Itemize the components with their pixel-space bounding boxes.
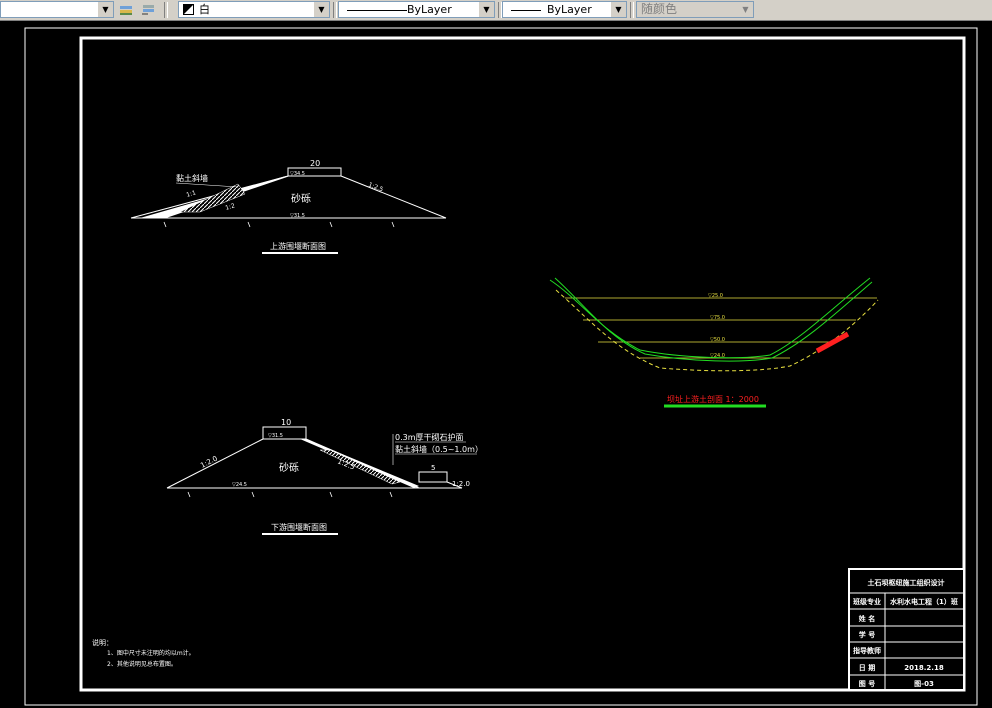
drawing-canvas[interactable]: 20 ▽34.5 ▽31.5 黏土斜墙 1:1 1:2 1:2.5 砂砾 上游围…	[0, 21, 992, 708]
layer-states-icon[interactable]	[118, 2, 134, 17]
tb-r2-label: 姓 名	[858, 614, 875, 623]
upstream-section: 20 ▽34.5 ▽31.5 黏土斜墙 1:1 1:2 1:2.5 砂砾 上游围…	[130, 159, 447, 254]
river-section: ▽25.0 ▽75.0 ▽50.0 ▽24.0 坝址上游土剖面 1：2000	[549, 277, 879, 408]
color-value: 白	[199, 3, 210, 16]
axis-marker	[815, 331, 850, 354]
facing-note: 0.3m厚干砌石护面	[395, 432, 464, 442]
sheet-border	[24, 27, 978, 706]
chevron-down-icon[interactable]: ▼	[98, 2, 113, 17]
notes-heading: 说明：	[92, 638, 113, 647]
elevation-1: ▽25.0	[708, 293, 723, 299]
lineweight-dropdown[interactable]: ByLayer ▼	[502, 1, 627, 18]
crest-elevation: ▽31.5	[268, 433, 283, 439]
section-title: 上游围堰断面图	[270, 241, 326, 251]
title-block: 土石坝枢纽施工组织设计 班级专业 水利水电工程（1）班 姓 名 学 号 指导教师…	[848, 568, 965, 691]
slope-right: 1:2.0	[452, 480, 470, 488]
color-dropdown[interactable]: 白 ▼	[178, 1, 330, 18]
crest-width: 20	[310, 159, 320, 168]
slope-right: 1:2.5	[367, 181, 384, 193]
tb-r5-label: 日 期	[859, 663, 875, 672]
properties-toolbar: ▼ 白 ▼ ByLayer ▼ ByLayer ▼ 随颜色 ▼	[0, 0, 992, 21]
tb-r6-label: 图 号	[859, 679, 875, 688]
layer-previous-icon[interactable]	[140, 2, 156, 17]
chevron-down-icon[interactable]: ▼	[611, 2, 626, 17]
linetype-sample	[347, 10, 407, 11]
berm-width: 5	[431, 464, 435, 472]
tb-r1-value: 水利水电工程（1）班	[890, 597, 958, 606]
notes-line-2: 2、其他说明见总布置图。	[107, 660, 177, 668]
base-elevation: ▽24.5	[232, 482, 247, 488]
general-notes: 说明： 1、图中尺寸未注明的均以m计。 2、其他说明见总布置图。	[92, 638, 195, 668]
crest-elevation: ▽34.5	[290, 171, 305, 177]
tb-r4-label: 指导教师	[853, 646, 881, 655]
elevation-2: ▽75.0	[710, 315, 725, 321]
linetype-value: ByLayer	[407, 3, 452, 16]
lineweight-value: ByLayer	[547, 3, 592, 16]
color-swatch-icon	[183, 4, 194, 15]
elevation-4: ▽24.0	[710, 353, 725, 359]
tb-r5-value: 2018.2.18	[904, 664, 944, 672]
chevron-down-icon[interactable]: ▼	[479, 2, 494, 17]
lineweight-sample	[511, 10, 541, 11]
core-label: 黏土斜墙	[176, 173, 208, 183]
material-label: 砂砾	[279, 461, 299, 474]
drawing-frame	[79, 36, 966, 692]
base-elevation: ▽31.5	[290, 213, 305, 219]
slope-left-2: 1:2	[225, 202, 236, 212]
slope-left-1: 1:1	[186, 189, 197, 199]
ground-ticks	[187, 491, 393, 498]
core-note: 黏土斜墙（0.5~1.0m）	[395, 444, 483, 454]
layer-dropdown[interactable]: ▼	[0, 1, 114, 18]
slope-left: 1:2.0	[199, 455, 219, 470]
plotstyle-dropdown[interactable]: 随颜色 ▼	[636, 1, 754, 18]
downstream-section: 10 ▽31.5 ▽24.5 1:2.0 1:2.5 1:2.0 5 砂砾 0.…	[166, 418, 483, 535]
elevation-3: ▽50.0	[710, 337, 725, 343]
berm-box	[418, 471, 448, 483]
tb-r3-label: 学 号	[859, 630, 875, 639]
tb-r6-value: 图-03	[914, 679, 934, 688]
plotstyle-value: 随颜色	[641, 2, 678, 16]
crest-width: 10	[281, 418, 291, 427]
chevron-down-icon[interactable]: ▼	[738, 2, 753, 17]
notes-line-1: 1、图中尺寸未注明的均以m计。	[107, 649, 195, 657]
material-label: 砂砾	[291, 192, 311, 205]
section-title: 下游围堰断面图	[271, 522, 327, 532]
tb-title: 土石坝枢纽施工组织设计	[868, 578, 945, 587]
section-title: 坝址上游土剖面 1：2000	[667, 394, 759, 404]
linetype-dropdown[interactable]: ByLayer ▼	[338, 1, 495, 18]
chevron-down-icon[interactable]: ▼	[314, 2, 329, 17]
ground-ticks	[163, 221, 395, 228]
tb-r1-label: 班级专业	[853, 597, 881, 606]
